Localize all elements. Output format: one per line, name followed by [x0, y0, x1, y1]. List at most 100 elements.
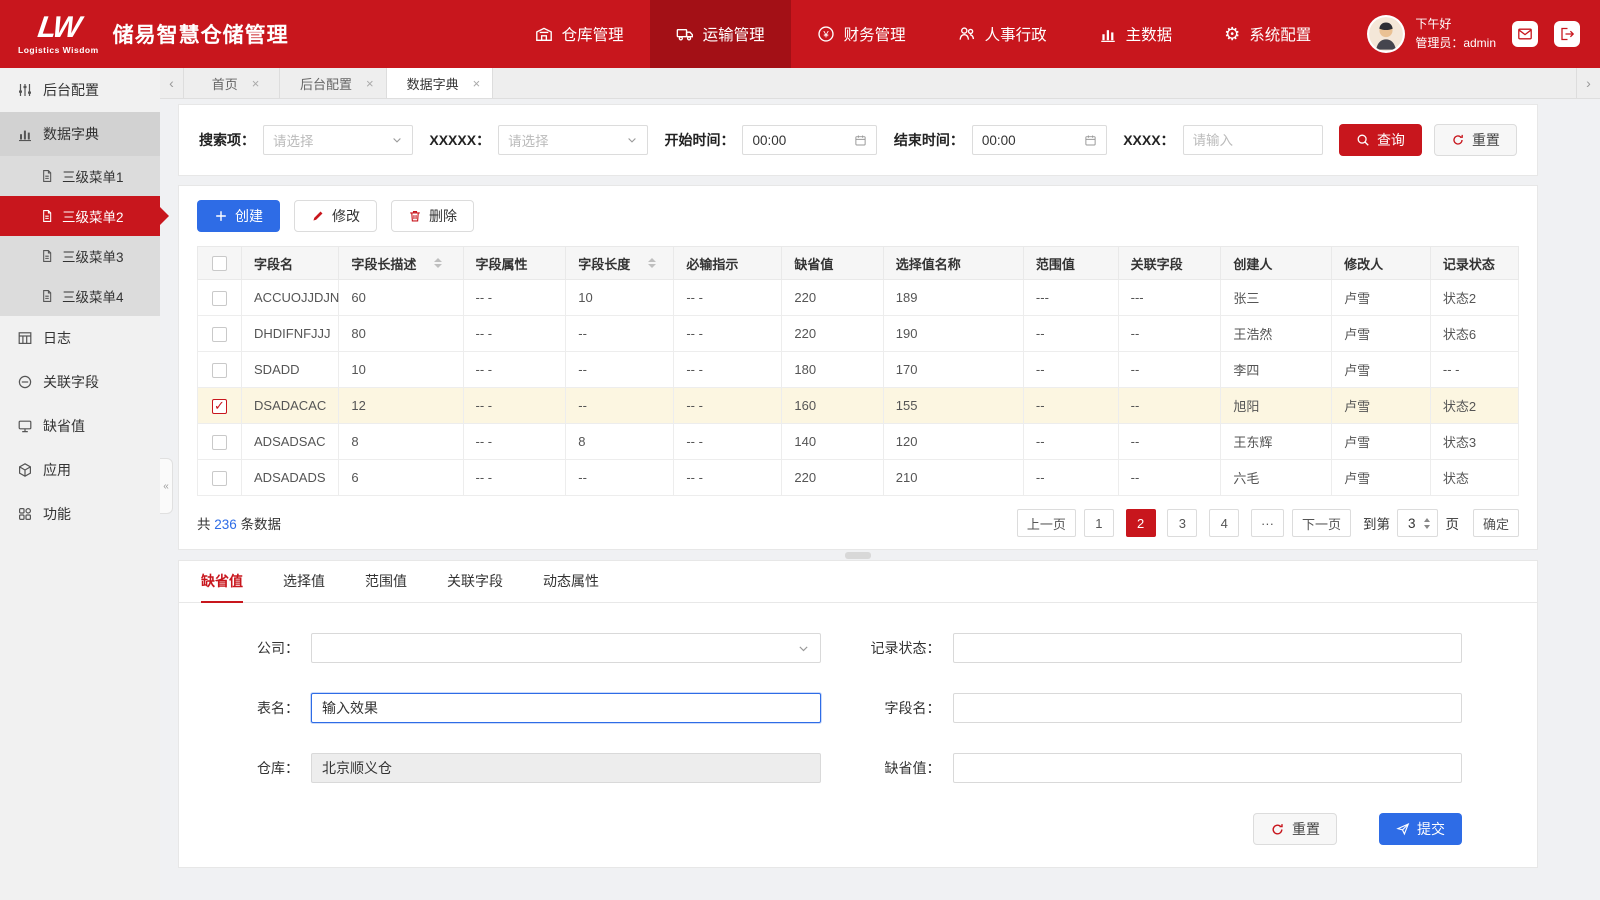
sidebar-item-applications[interactable]: 应用: [0, 448, 160, 492]
tab-scroll-right-icon[interactable]: ›: [1576, 68, 1600, 98]
nav-item-warehouse[interactable]: 仓库管理: [509, 0, 650, 68]
nav-item-hr[interactable]: 人事行政: [932, 0, 1073, 68]
tab-scroll-left-icon[interactable]: ‹: [160, 68, 184, 98]
start-time-input[interactable]: [742, 125, 877, 155]
app-root: LW Logistics Wisdom 储易智慧仓储管理 仓库管理 运输管理 ¥…: [0, 0, 1600, 900]
submit-button[interactable]: 提交: [1379, 813, 1462, 845]
row-checkbox[interactable]: [212, 291, 227, 306]
sidebar-subitem[interactable]: 三级菜单3: [0, 236, 160, 276]
sidebar-item-logs[interactable]: 日志: [0, 316, 160, 360]
greeting: 下午好: [1415, 15, 1496, 34]
tab-close-icon[interactable]: ×: [473, 76, 481, 91]
cell-select-name: 190: [883, 316, 1023, 352]
detail-tab[interactable]: 缺省值: [201, 561, 243, 602]
app-title: 储易智慧仓储管理: [113, 19, 289, 49]
sidebar-item-backend-config[interactable]: 后台配置: [0, 68, 160, 112]
detail-tab[interactable]: 范围值: [365, 561, 407, 602]
delete-button[interactable]: 删除: [391, 200, 474, 232]
row-checkbox[interactable]: [212, 471, 227, 486]
search-term-select[interactable]: 请选择: [263, 125, 413, 155]
table-toolbar: 创建 修改 删除: [197, 200, 1519, 232]
table-row[interactable]: ADSADSAC 8 -- - 8 -- - 140 120 -- -- 王: [198, 424, 1519, 460]
detail-tab[interactable]: 关联字段: [447, 561, 503, 602]
avatar[interactable]: [1367, 15, 1405, 53]
page-button[interactable]: 3: [1167, 509, 1197, 537]
logo: LW Logistics Wisdom 储易智慧仓储管理: [0, 0, 309, 68]
sidebar-subitem[interactable]: 三级菜单1: [0, 156, 160, 196]
cell-default: 180: [782, 352, 883, 388]
cell-attr: -- -: [463, 280, 566, 316]
sidebar-item-functions[interactable]: 功能: [0, 492, 160, 536]
next-page-button[interactable]: 下一页: [1292, 509, 1351, 537]
sort-icon[interactable]: [434, 258, 442, 268]
sidebar-item-data-dictionary[interactable]: 数据字典: [0, 112, 160, 156]
tab-close-icon[interactable]: ×: [252, 76, 260, 91]
select-all-checkbox[interactable]: [212, 256, 227, 271]
goto-suffix: 页: [1445, 513, 1459, 533]
sidebar-collapse-handle[interactable]: «: [160, 458, 173, 514]
page-button[interactable]: 4: [1209, 509, 1239, 537]
stepper-arrows-icon[interactable]: [1424, 518, 1430, 529]
row-checkbox[interactable]: [212, 363, 227, 378]
sidebar-subitem[interactable]: 三级菜单2: [0, 196, 160, 236]
table-row[interactable]: ACCUOJJDJN 60 -- - 10 -- - 220 189 --- -…: [198, 280, 1519, 316]
create-button[interactable]: 创建: [197, 200, 280, 232]
table-row[interactable]: DHDIFNFJJJ 80 -- - -- -- - 220 190 -- --: [198, 316, 1519, 352]
record-status-input[interactable]: [953, 633, 1463, 663]
mail-button[interactable]: [1512, 21, 1538, 47]
nav-item-master-data[interactable]: 主数据: [1073, 0, 1199, 68]
page-tab[interactable]: 后台配置 ×: [280, 68, 387, 98]
calendar-icon: [1084, 134, 1097, 147]
row-checkbox[interactable]: [212, 399, 227, 414]
company-field: 公司：: [179, 633, 821, 663]
sort-icon[interactable]: [648, 258, 656, 268]
document-icon: [40, 249, 54, 263]
field-name-input[interactable]: [953, 693, 1463, 723]
detail-tab[interactable]: 选择值: [283, 561, 325, 602]
detail-tab[interactable]: 动态属性: [543, 561, 599, 602]
sidebar-item-default-values[interactable]: 缺省值: [0, 404, 160, 448]
splitter-handle[interactable]: [845, 552, 871, 559]
detail-form: 公司： 记录状态： 表名：: [179, 603, 1537, 783]
cell-select-name: 170: [883, 352, 1023, 388]
cell-related: --: [1118, 352, 1221, 388]
nav-item-transport[interactable]: 运输管理: [650, 0, 791, 68]
end-time-value[interactable]: [982, 133, 1078, 148]
sidebar-item-related-fields[interactable]: 关联字段: [0, 360, 160, 404]
confirm-page-button[interactable]: 确定: [1473, 509, 1519, 537]
prev-page-button[interactable]: 上一页: [1017, 509, 1076, 537]
goto-page-stepper[interactable]: 3: [1397, 509, 1439, 537]
xxxxx-select[interactable]: 请选择: [498, 125, 648, 155]
edit-button[interactable]: 修改: [294, 200, 377, 232]
query-button[interactable]: 查询: [1339, 124, 1422, 156]
nav-item-system-config[interactable]: ⚙ 系统配置: [1198, 0, 1337, 68]
keyword-input[interactable]: [1183, 125, 1323, 155]
page-tab[interactable]: 首页 ×: [184, 68, 280, 98]
detail-reset-button[interactable]: 重置: [1253, 813, 1337, 845]
cell-field-name: DSADACAC: [242, 388, 339, 424]
page-button[interactable]: 2: [1126, 509, 1156, 537]
cell-creator: 王东辉: [1221, 424, 1332, 460]
end-time-input[interactable]: [972, 125, 1107, 155]
default-value-input[interactable]: [953, 753, 1463, 783]
table-row[interactable]: ADSADADS 6 -- - -- -- - 220 210 -- --: [198, 460, 1519, 496]
table-row[interactable]: SDADD 10 -- - -- -- - 180 170 -- -- 李四: [198, 352, 1519, 388]
page-button[interactable]: ···: [1251, 509, 1284, 537]
page-button[interactable]: 1: [1084, 509, 1114, 537]
refresh-icon: [1270, 822, 1285, 837]
page-tab[interactable]: 数据字典 ×: [387, 68, 494, 98]
nav-item-finance[interactable]: ¥ 财务管理: [791, 0, 932, 68]
tab-close-icon[interactable]: ×: [366, 76, 374, 91]
logout-button[interactable]: [1554, 21, 1580, 47]
page-buttons: 1 2 3 4 ···: [1076, 509, 1284, 537]
row-checkbox[interactable]: [212, 435, 227, 450]
sidebar-subitem[interactable]: 三级菜单4: [0, 276, 160, 316]
row-checkbox[interactable]: [212, 327, 227, 342]
cell-creator: 李四: [1221, 352, 1332, 388]
cell-default: 160: [782, 388, 883, 424]
table-row[interactable]: DSADACAC 12 -- - -- -- - 160 155 -- --: [198, 388, 1519, 424]
company-select[interactable]: [311, 633, 821, 663]
table-name-input[interactable]: [311, 693, 821, 723]
start-time-value[interactable]: [752, 133, 848, 148]
search-reset-button[interactable]: 重置: [1434, 124, 1517, 156]
